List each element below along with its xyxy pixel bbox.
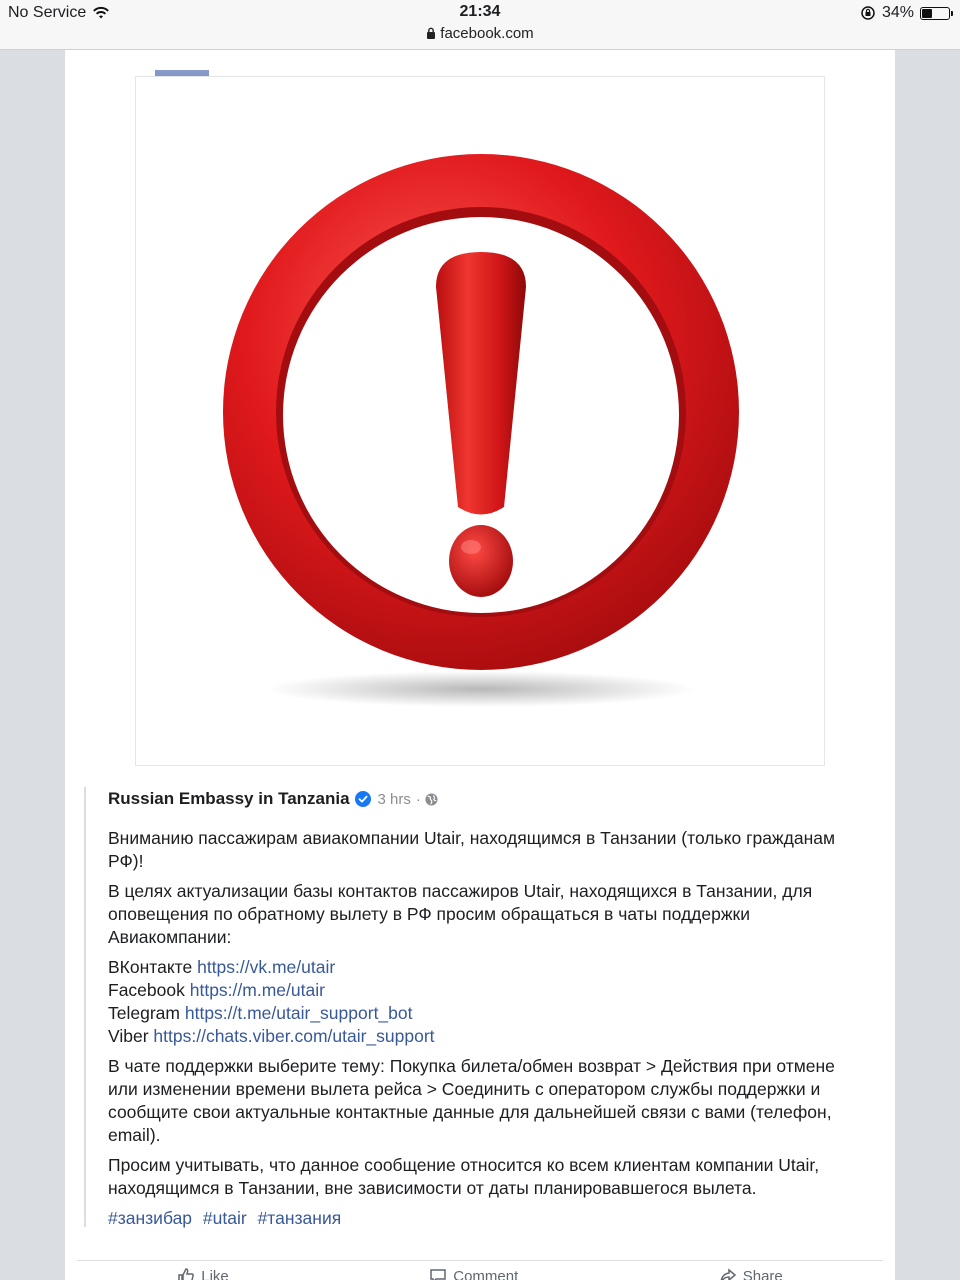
meta-separator: ·	[415, 790, 421, 808]
globe-icon	[425, 792, 438, 806]
post-paragraph: Просим учитывать, что данное сообщение о…	[108, 1155, 820, 1198]
hashtag-link[interactable]: #utair	[203, 1208, 247, 1228]
comment-label: Comment	[453, 1267, 519, 1280]
share-label: Share	[742, 1267, 783, 1280]
comment-icon	[430, 1269, 446, 1280]
shared-post-header: Russian Embassy in Tanzania 3 hrs ·	[108, 787, 438, 811]
thumbs-up-icon	[178, 1268, 195, 1280]
address-bar[interactable]: facebook.com	[0, 25, 960, 42]
post-paragraph: В целях актуализации базы контактов пасс…	[108, 881, 813, 947]
hashtag-link[interactable]: #занзибар	[108, 1208, 192, 1228]
post-paragraph: В чате поддержки выберите тему: Покупка …	[108, 1056, 835, 1145]
status-time: 21:34	[459, 3, 501, 20]
post-image[interactable]	[135, 76, 825, 766]
shared-post: Russian Embassy in Tanzania 3 hrs · Вним…	[84, 787, 884, 1228]
lock-icon	[427, 27, 436, 39]
contact-link-telegram[interactable]: https://t.me/utair_support_bot	[185, 1003, 413, 1023]
post-paragraph: Вниманию пассажирам авиакомпании Utair, …	[108, 828, 836, 871]
post-time[interactable]: 3 hrs	[378, 791, 411, 808]
contact-link-facebook[interactable]: https://m.me/utair	[190, 980, 325, 1000]
post-card: Russian Embassy in Tanzania 3 hrs · Вним…	[65, 50, 895, 1280]
post-actions: Like Comment Share	[77, 1266, 883, 1280]
orientation-lock-icon	[861, 6, 875, 20]
post-body: Вниманию пассажирам авиакомпании Utair, …	[108, 827, 868, 1237]
status-right: 34%	[860, 4, 953, 22]
url-text: facebook.com	[440, 25, 534, 42]
like-button[interactable]: Like	[177, 1266, 229, 1280]
battery-fill	[922, 8, 932, 18]
contact-label: Viber	[108, 1026, 149, 1046]
battery-percent: 34%	[881, 4, 914, 21]
verified-badge-icon	[354, 791, 371, 807]
contact-label: Facebook	[108, 980, 185, 1000]
share-button[interactable]: Share	[719, 1266, 783, 1280]
contact-link-vk[interactable]: https://vk.me/utair	[197, 957, 335, 977]
share-icon	[720, 1268, 736, 1280]
hashtag-link[interactable]: #танзания	[258, 1208, 342, 1228]
comment-button[interactable]: Comment	[429, 1266, 518, 1280]
like-label: Like	[201, 1267, 229, 1280]
hashtags: #занзибар #utair #танзания	[108, 1207, 868, 1230]
status-bar: No Service 21:34 facebook.com 34%	[0, 0, 960, 50]
contacts-list: ВКонтакте https://vk.me/utair Facebook h…	[108, 956, 868, 1048]
exclamation-circle-icon	[223, 154, 739, 707]
contact-label: ВКонтакте	[108, 957, 193, 977]
battery-icon	[920, 6, 953, 20]
page-name-link[interactable]: Russian Embassy in Tanzania	[108, 789, 350, 809]
actions-divider	[77, 1260, 883, 1261]
contact-label: Telegram	[108, 1003, 180, 1023]
contact-link-viber[interactable]: https://chats.viber.com/utair_support	[153, 1026, 434, 1046]
